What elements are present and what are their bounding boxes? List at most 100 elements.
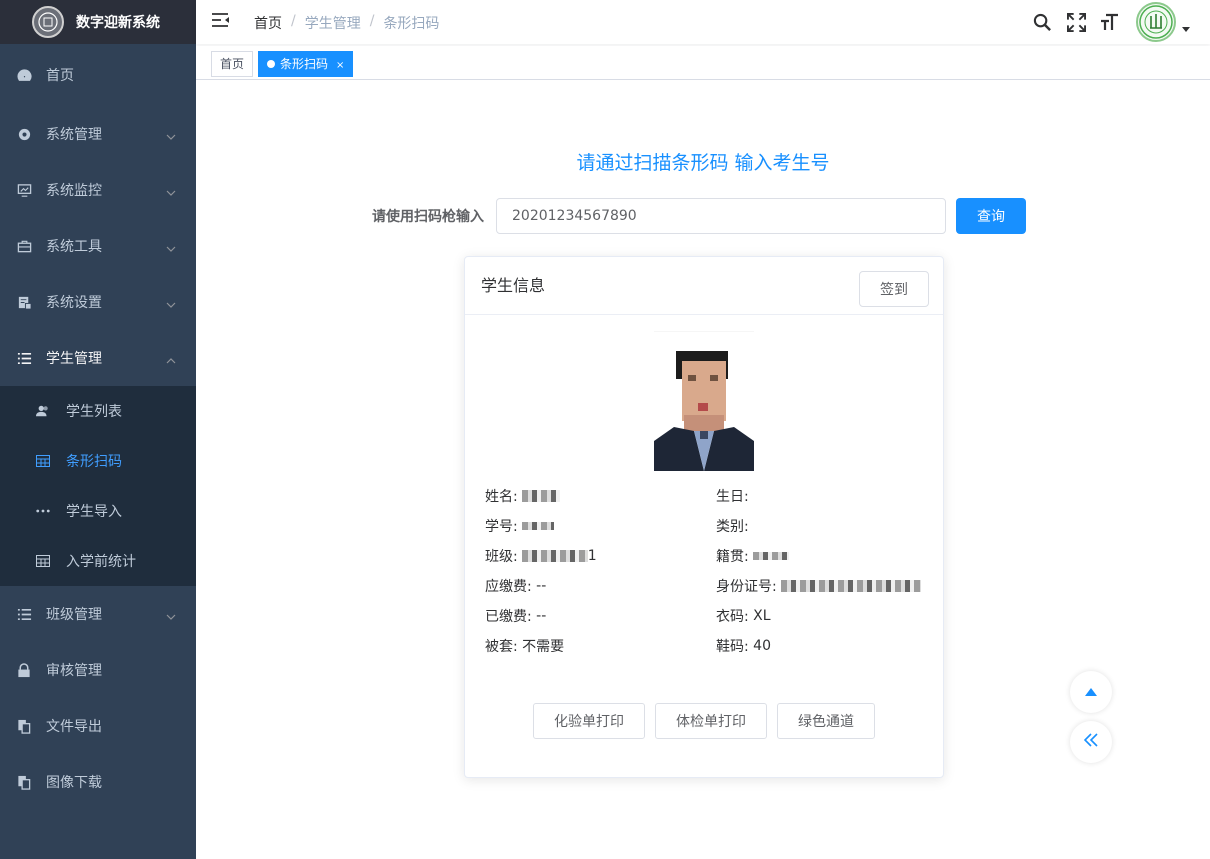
field-class: 班级: 1 (485, 546, 716, 566)
scan-form: 请使用扫码枪输入 查询 (372, 198, 1026, 234)
school-seal-icon (32, 6, 64, 38)
field-label: 应缴费: (485, 579, 532, 595)
more-icon (36, 504, 50, 518)
scan-input[interactable] (496, 198, 946, 234)
font-size-icon[interactable] (1098, 10, 1122, 34)
chevron-down-icon (166, 128, 176, 144)
sidebar-item-home[interactable]: 首页 (0, 44, 196, 106)
lock-icon (16, 662, 32, 678)
tag-label: 条形扫码 (280, 57, 329, 71)
chevron-down-icon (166, 608, 176, 624)
sidebar-item-label: 系统管理 (46, 127, 102, 143)
sidebar-subitem-student-import[interactable]: 学生导入 (0, 486, 196, 536)
field-id-card: 身份证号: (716, 576, 925, 596)
info-row: 应缴费: -- 身份证号: (485, 571, 925, 601)
app-title: 数字迎新系统 (76, 15, 160, 31)
caret-down-icon[interactable] (1182, 20, 1190, 36)
sidebar-item-label: 审核管理 (46, 663, 102, 679)
gear-icon (16, 126, 32, 142)
toolbox-icon (16, 238, 32, 254)
redacted-value (521, 490, 560, 502)
sidebar-item-file-export[interactable]: 文件导出 (0, 698, 196, 754)
navbar-right (1020, 0, 1190, 44)
card-actions: 化验单打印 体检单打印 绿色通道 (533, 703, 885, 739)
navbar: 首页 / 学生管理 / 条形扫码 (196, 0, 1210, 44)
field-label: 身份证号: (716, 579, 777, 595)
chevron-down-icon (166, 296, 176, 312)
field-fee-paid: 已缴费: -- (485, 606, 716, 626)
sidebar-subitem-student-list[interactable]: 学生列表 (0, 386, 196, 436)
field-value: 不需要 (522, 639, 565, 655)
hamburger-icon[interactable] (212, 12, 232, 32)
sidebar-item-system-settings[interactable]: 系统设置 (0, 274, 196, 330)
sidebar-item-system-tools[interactable]: 系统工具 (0, 218, 196, 274)
sidebar-item-label: 首页 (46, 68, 74, 84)
field-label: 籍贯: (716, 549, 749, 565)
avatar[interactable] (1136, 2, 1176, 42)
sidebar-item-label: 班级管理 (46, 607, 102, 623)
active-dot-icon (267, 60, 275, 68)
double-chevron-left-icon (1083, 733, 1098, 751)
sidebar-item-system-monitor[interactable]: 系统监控 (0, 162, 196, 218)
field-fee-due: 应缴费: -- (485, 576, 716, 596)
main-content: 请通过扫描条形码 输入考生号 请使用扫码枪输入 查询 学生信息 签到 (196, 80, 1210, 859)
field-label: 学号: (485, 519, 518, 535)
sidebar-item-student-management[interactable]: 学生管理 (0, 330, 196, 386)
breadcrumb-separator: / (291, 13, 296, 29)
sidebar-item-label: 图像下载 (46, 775, 102, 791)
redacted-value (780, 580, 921, 592)
field-label: 已缴费: (485, 609, 532, 625)
field-name: 姓名: (485, 486, 716, 506)
sidebar-item-image-download[interactable]: 图像下载 (0, 754, 196, 810)
fullscreen-icon[interactable] (1064, 10, 1088, 34)
field-shoe-size: 鞋码: 40 (716, 636, 925, 656)
field-clothes-size: 衣码: XL (716, 606, 925, 626)
field-student-id: 学号: (485, 516, 716, 536)
field-label: 被套: (485, 639, 518, 655)
redacted-value (752, 552, 789, 560)
info-row: 被套: 不需要 鞋码: 40 (485, 631, 925, 661)
documents-icon (16, 718, 32, 734)
field-value: 1 (587, 548, 597, 564)
field-bedding: 被套: 不需要 (485, 636, 716, 656)
back-to-top-button[interactable] (1070, 671, 1112, 713)
list-icon (16, 606, 32, 622)
tag-label: 首页 (220, 57, 245, 71)
info-row: 已缴费: -- 衣码: XL (485, 601, 925, 631)
info-row: 学号: 类别: (485, 511, 925, 541)
sidebar-item-label: 学生管理 (46, 351, 102, 367)
lab-sheet-print-button[interactable]: 化验单打印 (533, 703, 645, 739)
sidebar-item-class-management[interactable]: 班级管理 (0, 586, 196, 642)
sidebar-subitem-barcode-scan[interactable]: 条形扫码 (0, 436, 196, 486)
sidebar: 数字迎新系统 首页 系统管理 系统监控 系统工具 系统设置 学生管理 学生列表 (0, 0, 196, 859)
search-icon[interactable] (1030, 10, 1054, 34)
field-value: -- (536, 578, 547, 594)
card-header: 学生信息 签到 (465, 257, 943, 315)
physical-exam-print-button[interactable]: 体检单打印 (655, 703, 767, 739)
field-native-place: 籍贯: (716, 546, 925, 566)
close-icon[interactable]: × (336, 60, 344, 71)
info-row: 班级: 1 籍贯: (485, 541, 925, 571)
tag-barcode-scan[interactable]: 条形扫码 × (258, 51, 354, 77)
logo[interactable]: 数字迎新系统 (0, 0, 196, 44)
sidebar-item-review-management[interactable]: 审核管理 (0, 642, 196, 698)
sidebar-subitem-pre-enrollment-stats[interactable]: 入学前统计 (0, 536, 196, 586)
field-value: 40 (753, 638, 771, 654)
green-channel-button[interactable]: 绿色通道 (777, 703, 875, 739)
chevron-down-icon (166, 240, 176, 256)
breadcrumb-home[interactable]: 首页 (254, 13, 282, 33)
breadcrumb-separator: / (369, 13, 375, 29)
field-label: 班级: (485, 549, 518, 565)
sidebar-subitem-label: 学生列表 (66, 404, 122, 420)
redacted-value (521, 550, 588, 562)
signin-button[interactable]: 签到 (859, 271, 929, 307)
sidebar-item-label: 系统工具 (46, 239, 102, 255)
collapse-panel-button[interactable] (1070, 721, 1112, 763)
sidebar-subitem-label: 条形扫码 (66, 454, 122, 470)
tag-home[interactable]: 首页 (211, 51, 254, 77)
sidebar-item-label: 文件导出 (46, 719, 102, 735)
sidebar-item-system-management[interactable]: 系统管理 (0, 106, 196, 162)
field-label: 衣码: (716, 609, 749, 625)
query-button[interactable]: 查询 (956, 198, 1026, 234)
documents-icon (16, 774, 32, 790)
